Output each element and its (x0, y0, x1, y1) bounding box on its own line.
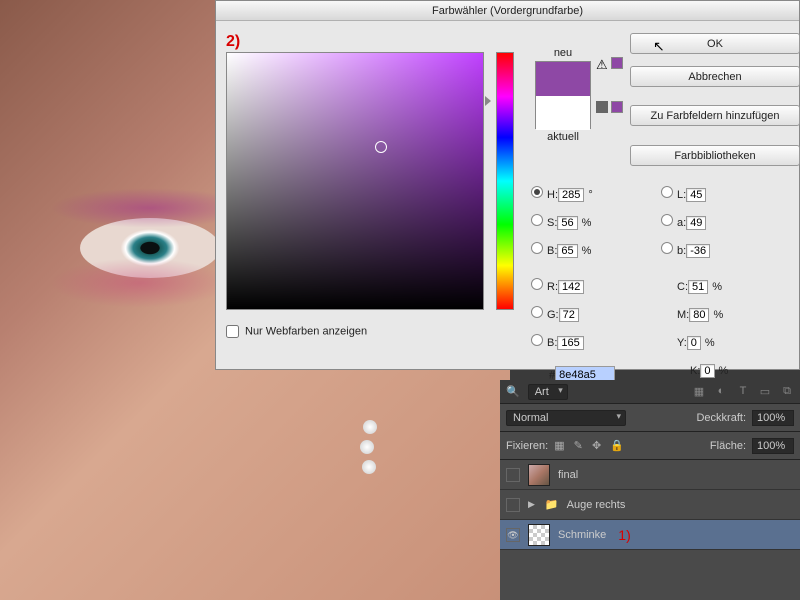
filter-smart-icon[interactable]: ⧉ (780, 385, 794, 398)
s-input[interactable]: 56 (557, 216, 577, 230)
b-lab-label: b: (677, 245, 686, 257)
current-color-label: aktuell (528, 131, 598, 143)
h-label: H: (547, 189, 558, 201)
r-label: R: (547, 281, 558, 293)
hue-slider-arrow[interactable] (485, 96, 491, 106)
lock-pixels-icon[interactable]: ✎ (574, 440, 583, 452)
layers-panel: 🔍 Art ▦ ◐ T ▭ ⧉ Normal Deckkraft: 100% F… (500, 380, 800, 600)
gamut-warning-icon[interactable]: ⚠ (596, 57, 608, 73)
fill-input[interactable]: 100% (752, 438, 794, 454)
g-radio[interactable] (531, 306, 543, 318)
web-colors-only-checkbox[interactable]: Nur Webfarben anzeigen (226, 325, 367, 338)
k-input[interactable]: 0 (700, 364, 714, 378)
layer-name[interactable]: Auge rechts (567, 499, 626, 511)
opacity-label: Deckkraft: (696, 412, 746, 424)
l-radio[interactable] (661, 186, 673, 198)
lock-label: Fixieren: (506, 440, 548, 452)
l-label: L: (677, 189, 686, 201)
b-hsb-label: B: (547, 245, 557, 257)
layer-thumbnail[interactable] (528, 464, 550, 486)
b-lab-radio[interactable] (661, 242, 673, 254)
lock-transparency-icon[interactable]: ▦ (554, 440, 564, 452)
websafe-warning-swatch[interactable] (611, 101, 623, 113)
l-input[interactable]: 45 (686, 188, 706, 202)
color-value-inputs: H:285° L:45 S:56% a:49 B:65% b:-36 R:142… (531, 181, 799, 385)
b-hsb-radio[interactable] (531, 242, 543, 254)
g-label: G: (547, 309, 559, 321)
s-radio[interactable] (531, 214, 543, 226)
color-picker-cursor[interactable] (375, 141, 387, 153)
new-color-label: neu (528, 47, 598, 59)
visibility-toggle[interactable] (506, 498, 520, 512)
saturation-brightness-field[interactable] (226, 52, 484, 310)
layer-row-final[interactable]: final (500, 460, 800, 490)
m-input[interactable]: 80 (689, 308, 709, 322)
filter-shape-icon[interactable]: ▭ (758, 385, 772, 398)
annotation-1: 1) (618, 527, 630, 543)
layer-row-group[interactable]: ▶ 📁 Auge rechts (500, 490, 800, 520)
color-libraries-button[interactable]: Farbbibliotheken (630, 145, 800, 166)
layer-name[interactable]: final (558, 469, 578, 481)
cancel-button[interactable]: Abbrechen (630, 66, 800, 87)
b-hsb-input[interactable]: 65 (557, 244, 577, 258)
new-color-swatch[interactable] (536, 62, 590, 96)
s-label: S: (547, 217, 557, 229)
gamut-warning-swatch[interactable] (611, 57, 623, 69)
search-icon[interactable]: 🔍 (506, 385, 520, 398)
y-input[interactable]: 0 (687, 336, 701, 350)
websafe-warning-icon[interactable] (596, 101, 608, 113)
filter-pixel-icon[interactable]: ▦ (692, 385, 706, 398)
b-rgb-label: B: (547, 337, 557, 349)
filter-type-icon[interactable]: T (736, 385, 750, 398)
lock-all-icon[interactable]: 🔒 (610, 440, 624, 452)
fill-label: Fläche: (710, 440, 746, 452)
b-rgb-radio[interactable] (531, 334, 543, 346)
color-picker-dialog: Farbwähler (Vordergrundfarbe) 2) neu akt… (215, 0, 800, 370)
add-to-swatches-button[interactable]: Zu Farbfeldern hinzufügen (630, 105, 800, 126)
color-swatch (535, 61, 591, 129)
a-radio[interactable] (661, 214, 673, 226)
h-radio[interactable] (531, 186, 543, 198)
photo-eye (80, 218, 220, 278)
c-input[interactable]: 51 (688, 280, 708, 294)
b-rgb-input[interactable]: 165 (557, 336, 583, 350)
mouse-cursor: ↖ (653, 38, 665, 55)
a-input[interactable]: 49 (686, 216, 706, 230)
blend-mode-dropdown[interactable]: Normal (506, 410, 626, 426)
dialog-title: Farbwähler (Vordergrundfarbe) (216, 1, 799, 21)
y-label: Y: (677, 337, 687, 349)
lock-position-icon[interactable]: ✥ (592, 440, 601, 452)
photo-earrings (360, 420, 380, 480)
m-label: M: (677, 309, 689, 321)
disclosure-triangle-icon[interactable]: ▶ (528, 499, 535, 510)
layer-row-schminke[interactable]: Schminke 1) (500, 520, 800, 550)
hue-slider[interactable] (496, 52, 514, 310)
h-input[interactable]: 285 (558, 188, 584, 202)
current-color-swatch[interactable] (536, 96, 590, 130)
layer-thumbnail[interactable] (528, 524, 550, 546)
filter-adjustment-icon[interactable]: ◐ (714, 385, 728, 398)
b-lab-input[interactable]: -36 (686, 244, 710, 258)
visibility-toggle[interactable] (506, 468, 520, 482)
g-input[interactable]: 72 (559, 308, 579, 322)
folder-icon: 📁 (545, 498, 559, 511)
annotation-2: 2) (226, 33, 240, 51)
c-label: C: (677, 281, 688, 293)
visibility-toggle[interactable] (506, 528, 520, 542)
a-label: a: (677, 217, 686, 229)
k-label: K: (690, 365, 700, 377)
r-radio[interactable] (531, 278, 543, 290)
layer-name[interactable]: Schminke (558, 529, 606, 541)
layer-filter-dropdown[interactable]: Art (528, 384, 568, 400)
opacity-input[interactable]: 100% (752, 410, 794, 426)
r-input[interactable]: 142 (558, 280, 584, 294)
